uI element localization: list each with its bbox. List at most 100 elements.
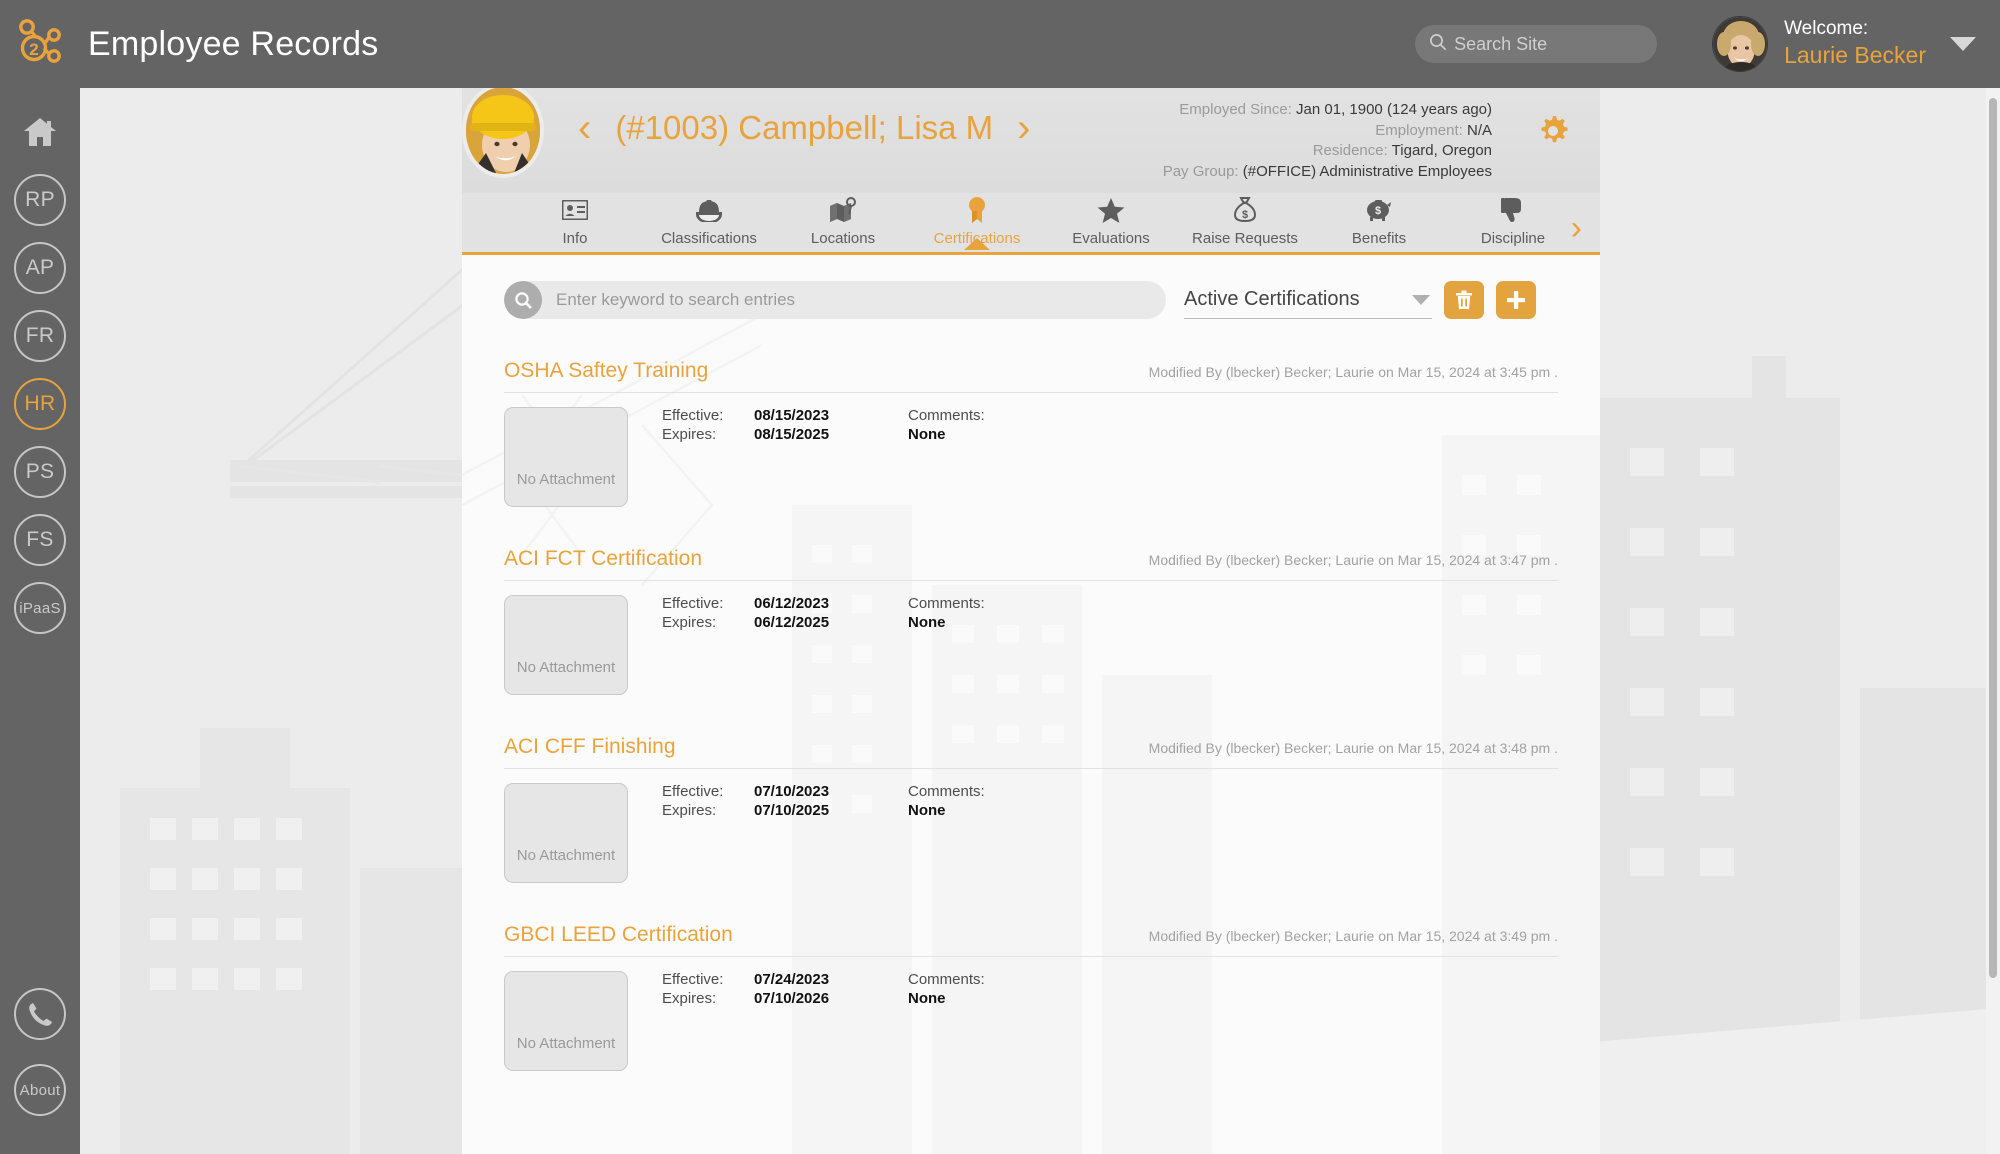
meta-key: Pay Group: — [1162, 162, 1239, 180]
certification-title[interactable]: OSHA Saftey Training — [504, 359, 708, 383]
sidebar-item-home[interactable] — [14, 106, 66, 158]
home-icon — [24, 118, 56, 146]
sidebar-item-fs[interactable]: FS — [14, 514, 66, 566]
certification-entry: OSHA Saftey Training Modified By (lbecke… — [504, 359, 1558, 507]
chevron-down-icon — [1412, 294, 1430, 305]
certification-body: No Attachment Effective: Expires: 06/12/… — [504, 595, 1558, 695]
search-input[interactable] — [542, 281, 1166, 319]
field-values: 06/12/2023 06/12/2025 — [754, 595, 908, 695]
tab-evaluations[interactable]: Evaluations — [1044, 193, 1178, 247]
chevron-right-icon[interactable]: › — [1011, 108, 1036, 148]
meta-employment: Employment: N/A — [1163, 121, 1492, 142]
attachment-label: No Attachment — [516, 659, 616, 676]
phone-icon — [29, 1003, 52, 1026]
certification-header: ACI CFF Finishing Modified By (lbecker) … — [504, 735, 1558, 769]
tab-certifications[interactable]: Certifications — [910, 193, 1044, 247]
tab-bar: Info Classifications Locations Certifica… — [462, 193, 1600, 255]
meta-key: Residence: — [1312, 142, 1388, 160]
attachment-placeholder[interactable]: No Attachment — [504, 783, 628, 883]
comments-value: None — [908, 801, 946, 819]
attachment-label: No Attachment — [516, 471, 616, 488]
delete-button[interactable] — [1444, 281, 1484, 319]
tab-locations[interactable]: Locations — [776, 193, 910, 247]
certification-body: No Attachment Effective: Expires: 08/15/… — [504, 407, 1558, 507]
site-search[interactable]: Search Site — [1415, 25, 1658, 63]
certification-fields: Effective: Expires: 08/15/2023 08/15/202… — [662, 407, 985, 507]
certification-header: OSHA Saftey Training Modified By (lbecke… — [504, 359, 1558, 393]
effective-value: 07/24/2023 — [754, 971, 830, 988]
certification-modified: Modified By (lbecker) Becker; Laurie on … — [1148, 552, 1558, 568]
expires-label: Expires: — [662, 425, 717, 443]
app-logo[interactable]: 2 — [0, 0, 80, 88]
sidebar-item-fr[interactable]: FR — [14, 310, 66, 362]
tab-label: Evaluations — [1072, 230, 1150, 247]
certification-header: ACI FCT Certification Modified By (lbeck… — [504, 547, 1558, 581]
expires-label: Expires: — [662, 989, 717, 1007]
sidebar-item-rp[interactable]: RP — [14, 174, 66, 226]
expires-value: 08/15/2025 — [754, 425, 830, 443]
sidebar-item-hr[interactable]: HR — [14, 378, 66, 430]
certification-title[interactable]: ACI CFF Finishing — [504, 735, 676, 759]
tab-next-button[interactable]: › — [1571, 209, 1582, 248]
tab-label: Benefits — [1351, 230, 1407, 247]
tab-label: Locations — [810, 230, 876, 247]
certification-title[interactable]: ACI FCT Certification — [504, 547, 702, 571]
certification-fields: Effective: Expires: 07/10/2023 07/10/202… — [662, 783, 985, 883]
sidebar-item-label: RP — [25, 188, 55, 211]
effective-label: Effective: — [662, 595, 724, 612]
meta-employed-since: Employed Since: Jan 01, 1900 (124 years … — [1163, 100, 1492, 121]
certification-title[interactable]: GBCI LEED Certification — [504, 923, 733, 947]
chevron-down-icon[interactable] — [1950, 37, 1976, 51]
trash-icon — [1456, 290, 1472, 309]
field-labels: Effective: Expires: — [662, 783, 754, 883]
welcome-label: Welcome: — [1784, 18, 1869, 40]
tab-benefits[interactable]: $ Benefits — [1312, 193, 1446, 247]
meta-value: (#OFFICE) Administrative Employees — [1242, 162, 1492, 180]
sidebar-item-ipaas[interactable]: iPaaS — [14, 582, 66, 634]
tab-label: Classifications — [661, 230, 757, 247]
add-button[interactable] — [1496, 281, 1536, 319]
page-scrollbar-thumb[interactable] — [1989, 98, 1997, 978]
employee-header: ‹ (#1003) Campbell; Lisa M › Employed Si… — [462, 88, 1600, 193]
field-labels: Effective: Expires: — [662, 407, 754, 507]
attachment-placeholder[interactable]: No Attachment — [504, 971, 628, 1071]
sidebar-item-ps[interactable]: PS — [14, 446, 66, 498]
field-values: 07/24/2023 07/10/2026 — [754, 971, 908, 1071]
comments-label: Comments: — [908, 783, 985, 800]
certification-fields: Effective: Expires: 07/24/2023 07/10/202… — [662, 971, 985, 1071]
comments-value: None — [908, 613, 946, 631]
tab-classifications[interactable]: Classifications — [642, 193, 776, 247]
attachment-placeholder[interactable]: No Attachment — [504, 407, 628, 507]
meta-key: Employed Since: — [1179, 101, 1292, 118]
attachment-placeholder[interactable]: No Attachment — [504, 595, 628, 695]
tab-raise-requests[interactable]: $ Raise Requests — [1178, 193, 1312, 247]
user-name: Laurie Becker — [1784, 42, 1926, 69]
field-labels: Effective: Expires: — [662, 595, 754, 695]
effective-value: 07/10/2023 — [754, 783, 830, 800]
meta-value: Tigard, Oregon — [1391, 142, 1492, 160]
comments-value: None — [908, 989, 946, 1007]
certification-entry: ACI FCT Certification Modified By (lbeck… — [504, 547, 1558, 695]
piggy-bank-icon: $ — [1365, 195, 1393, 225]
settings-button[interactable] — [1538, 116, 1568, 151]
sidebar-item-about[interactable]: About — [14, 1064, 66, 1116]
employee-photo[interactable] — [462, 88, 544, 178]
user-texts: Welcome: Laurie Becker — [1784, 17, 1926, 71]
hard-hat-icon — [695, 195, 723, 225]
tab-label: Raise Requests — [1192, 230, 1298, 247]
tab-label: Discipline — [1480, 230, 1546, 247]
certification-header: GBCI LEED Certification Modified By (lbe… — [504, 923, 1558, 957]
chevron-left-icon[interactable]: ‹ — [572, 108, 597, 148]
tab-discipline[interactable]: Discipline — [1446, 193, 1580, 247]
sidebar-item-label: FS — [26, 528, 54, 551]
keyword-search[interactable] — [504, 281, 1166, 319]
tab-info[interactable]: Info — [508, 193, 642, 247]
user-menu[interactable]: Welcome: Laurie Becker — [1712, 16, 1982, 72]
sidebar-item-ap[interactable]: AP — [14, 242, 66, 294]
expires-value: 07/10/2025 — [754, 801, 830, 819]
meta-pay-group: Pay Group: (#OFFICE) Administrative Empl… — [1163, 162, 1492, 183]
two-nodes-logo-icon: 2 — [19, 19, 61, 63]
sidebar-item-phone[interactable] — [14, 988, 66, 1040]
certification-filter-select[interactable]: Active Certifications — [1184, 281, 1432, 319]
sidebar: RP AP FR HR PS FS iPaaS About — [0, 88, 80, 1154]
